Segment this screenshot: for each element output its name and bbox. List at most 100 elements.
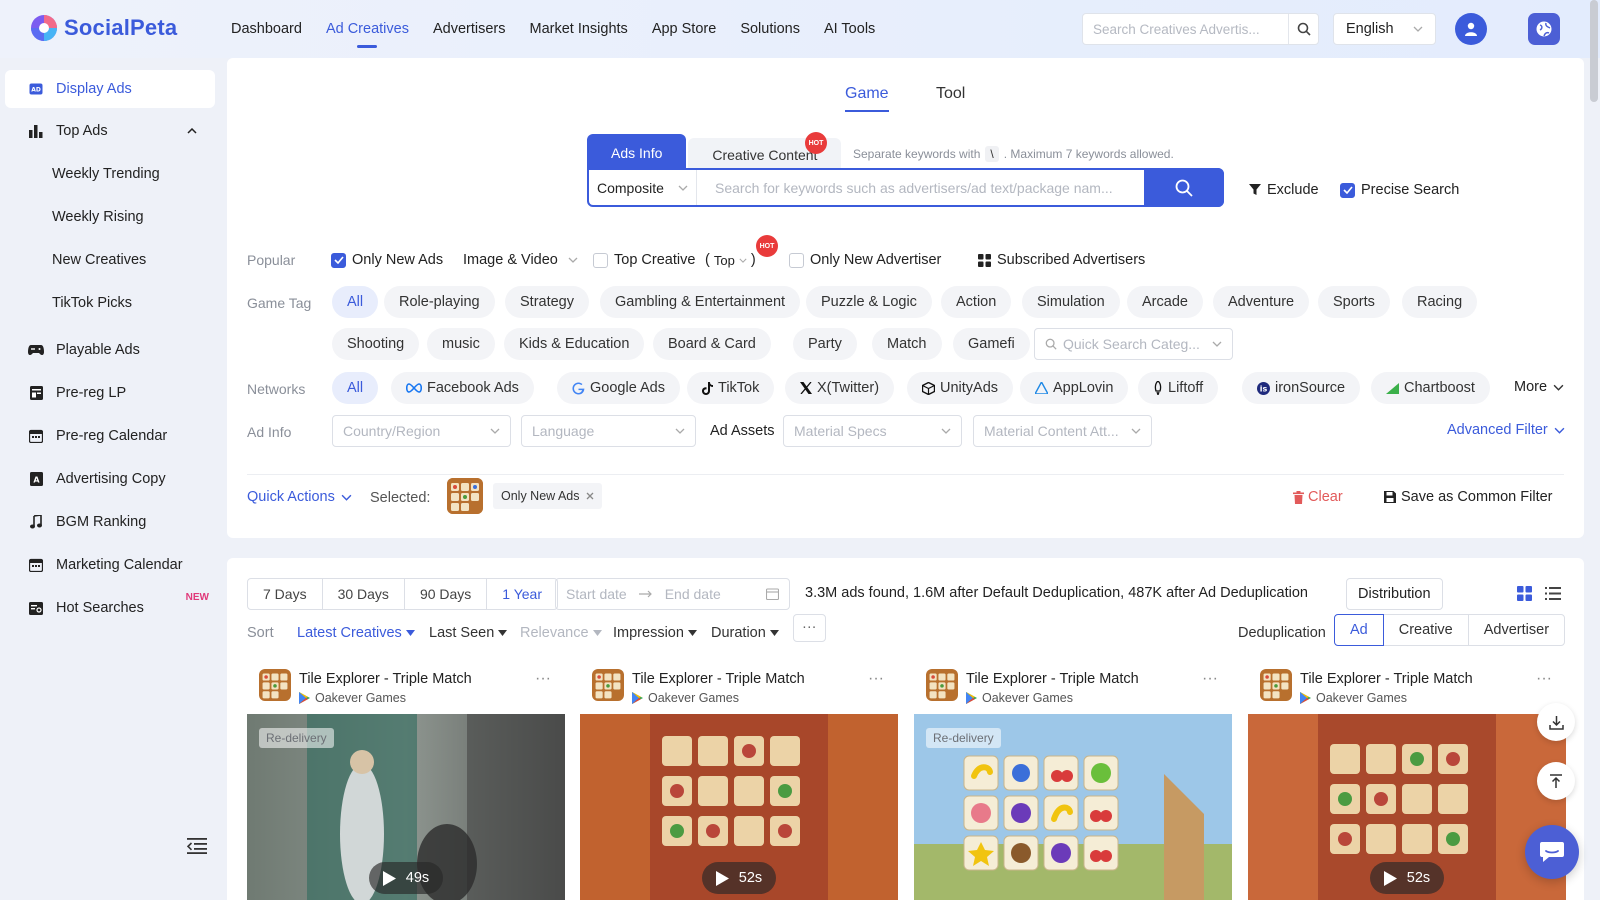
clear-button[interactable]: Clear: [1293, 489, 1343, 505]
ad-card[interactable]: Tile Explorer - Triple Match Oakever Gam…: [247, 658, 565, 900]
game-tag-party[interactable]: Party: [793, 328, 857, 360]
network-x[interactable]: X(Twitter): [785, 372, 895, 404]
top-select[interactable]: ( Top ): [705, 252, 756, 268]
video-duration[interactable]: 49s: [369, 862, 443, 894]
video-duration[interactable]: 52s: [702, 862, 776, 894]
card-more-button[interactable]: ···: [1202, 670, 1218, 688]
page-scrollbar[interactable]: [1590, 0, 1598, 102]
card-media[interactable]: 52s: [580, 714, 898, 900]
back-to-top-button[interactable]: [1537, 762, 1575, 800]
card-more-button[interactable]: ···: [1536, 670, 1552, 688]
advanced-filter-button[interactable]: Advanced Filter: [1447, 422, 1565, 438]
collapse-sidebar-icon[interactable]: [187, 838, 207, 854]
game-tag-racing[interactable]: Racing: [1402, 286, 1478, 318]
card-more-button[interactable]: ···: [535, 670, 551, 688]
card-more-button[interactable]: ···: [868, 670, 884, 688]
top-creative-checkbox[interactable]: Top Creative: [593, 252, 695, 268]
sidebar-item-top-ads[interactable]: Top Ads: [5, 112, 215, 150]
user-avatar[interactable]: [1455, 13, 1487, 45]
card-title[interactable]: Tile Explorer - Triple Match: [1300, 671, 1473, 687]
network-unityads[interactable]: UnityAds: [907, 372, 1014, 404]
network-chartboost[interactable]: Chartboost: [1371, 372, 1490, 404]
exclude-button[interactable]: Exclude: [1249, 182, 1319, 198]
dedup-advertiser[interactable]: Advertiser: [1467, 614, 1566, 646]
game-tag-simulation[interactable]: Simulation: [1022, 286, 1120, 318]
language-select[interactable]: English: [1333, 13, 1436, 45]
network-tiktok[interactable]: TikTok: [687, 372, 775, 404]
top-search-button[interactable]: [1288, 14, 1318, 44]
ad-card[interactable]: Tile Explorer - Triple Match Oakever Gam…: [1248, 658, 1566, 900]
network-applovin[interactable]: AppLovin: [1020, 372, 1129, 404]
date-range-30-days[interactable]: 30 Days: [323, 579, 405, 609]
date-range-1-year[interactable]: 1 Year: [487, 579, 557, 609]
sidebar-item-playable-ads[interactable]: Playable Ads: [5, 331, 215, 369]
tab-game[interactable]: Game: [845, 85, 889, 112]
save-common-filter-button[interactable]: Save as Common Filter: [1384, 489, 1553, 505]
dedup-creative[interactable]: Creative: [1382, 614, 1469, 646]
country-region-select[interactable]: Country/Region: [332, 415, 511, 447]
game-tag-role-playing[interactable]: Role-playing: [384, 286, 495, 318]
game-tag-arcade[interactable]: Arcade: [1127, 286, 1203, 318]
chevron-up-icon[interactable]: [187, 128, 197, 134]
media-type-select[interactable]: Image & Video: [463, 252, 578, 268]
tab-tool[interactable]: Tool: [936, 85, 965, 103]
quick-actions-button[interactable]: Quick Actions: [247, 489, 352, 505]
distribution-button[interactable]: Distribution: [1346, 578, 1443, 610]
sidebar-item-tiktok-picks[interactable]: TikTok Picks: [5, 284, 215, 322]
nav-ad-creatives[interactable]: Ad Creatives: [314, 0, 421, 58]
sidebar-item-new-creatives[interactable]: New Creatives: [5, 241, 215, 279]
game-tag-action[interactable]: Action: [941, 286, 1012, 318]
sort-more-button[interactable]: ···: [793, 614, 826, 642]
quick-search-category[interactable]: Quick Search Categ...: [1034, 328, 1233, 360]
date-range-picker[interactable]: Start date End date: [555, 578, 790, 610]
network-liftoff[interactable]: Liftoff: [1138, 372, 1219, 404]
close-icon[interactable]: [586, 492, 594, 500]
only-new-ads-checkbox[interactable]: Only New Ads: [331, 252, 443, 268]
network-facebook[interactable]: Facebook Ads: [391, 372, 534, 404]
game-tag-kids[interactable]: Kids & Education: [504, 328, 645, 360]
sidebar-item-weekly-rising[interactable]: Weekly Rising: [5, 198, 215, 236]
ad-card[interactable]: Tile Explorer - Triple Match Oakever Gam…: [580, 658, 898, 900]
sidebar-item-display-ads[interactable]: AD Display Ads: [5, 70, 215, 108]
date-range-7-days[interactable]: 7 Days: [248, 579, 323, 609]
sidebar-item-bgm-ranking[interactable]: BGM Ranking: [5, 503, 215, 541]
sort-duration[interactable]: Duration: [711, 625, 779, 641]
language-filter-select[interactable]: Language: [521, 415, 696, 447]
game-tag-shooting[interactable]: Shooting: [332, 328, 420, 360]
keyword-search-input[interactable]: [697, 170, 1144, 205]
game-tag-gamefi[interactable]: Gamefi: [953, 328, 1030, 360]
sidebar-item-pre-reg-lp[interactable]: Pre-reg LP: [5, 374, 215, 412]
nav-app-store[interactable]: App Store: [640, 0, 729, 58]
precise-search-checkbox[interactable]: Precise Search: [1340, 182, 1459, 198]
date-range-90-days[interactable]: 90 Days: [405, 579, 488, 609]
sidebar-item-pre-reg-calendar[interactable]: Pre-reg Calendar: [5, 417, 215, 455]
sidebar-item-hot-searches[interactable]: Hot Searches NEW: [5, 589, 215, 627]
chat-support-button[interactable]: [1525, 825, 1579, 879]
nav-advertisers[interactable]: Advertisers: [421, 0, 518, 58]
sidebar-item-weekly-trending[interactable]: Weekly Trending: [5, 155, 215, 193]
nav-market-insights[interactable]: Market Insights: [517, 0, 639, 58]
card-media[interactable]: 52s: [1248, 714, 1566, 900]
game-tag-puzzle[interactable]: Puzzle & Logic: [806, 286, 932, 318]
keyword-search-button[interactable]: [1144, 168, 1224, 207]
tab-ads-info[interactable]: Ads Info: [587, 134, 687, 172]
material-specs-select[interactable]: Material Specs: [783, 415, 962, 447]
ad-card[interactable]: Tile Explorer - Triple Match Oakever Gam…: [914, 658, 1232, 900]
nav-solutions[interactable]: Solutions: [728, 0, 812, 58]
nav-ai-tools[interactable]: AI Tools: [812, 0, 887, 58]
game-tag-adventure[interactable]: Adventure: [1213, 286, 1310, 318]
card-media[interactable]: Re-delivery: [914, 714, 1232, 900]
top-search-input[interactable]: [1083, 14, 1288, 44]
download-button[interactable]: [1537, 703, 1575, 741]
sort-last-seen[interactable]: Last Seen: [429, 625, 508, 641]
sidebar-item-advertising-copy[interactable]: A Advertising Copy: [5, 460, 215, 498]
network-all[interactable]: All: [332, 372, 379, 404]
network-ironsource[interactable]: is ironSource: [1242, 372, 1361, 404]
game-tag-music[interactable]: music: [427, 328, 495, 360]
globe-button[interactable]: [1528, 13, 1560, 45]
grid-view-icon[interactable]: [1517, 586, 1532, 601]
network-google[interactable]: Google Ads: [557, 372, 680, 404]
search-mode-select[interactable]: Composite: [589, 170, 697, 205]
subscribed-advertisers-button[interactable]: Subscribed Advertisers: [978, 252, 1145, 268]
list-view-icon[interactable]: [1545, 587, 1561, 600]
